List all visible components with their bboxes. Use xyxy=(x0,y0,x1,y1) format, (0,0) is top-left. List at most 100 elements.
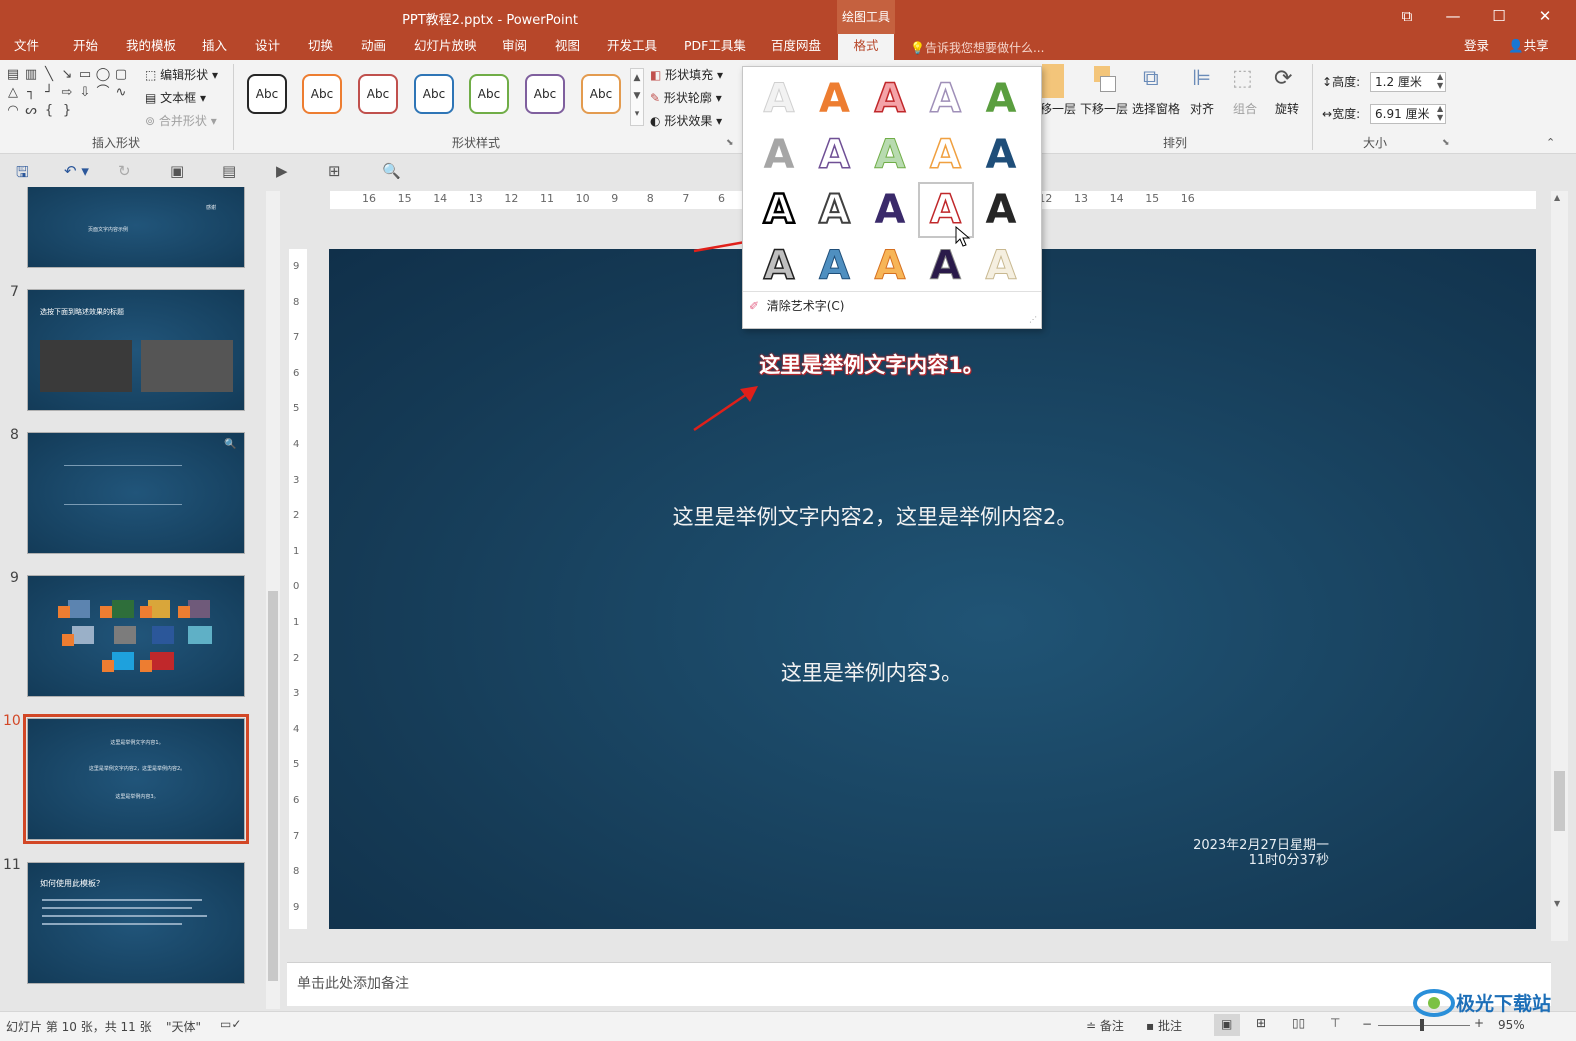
height-input[interactable]: 1.2 厘米 xyxy=(1370,72,1446,92)
oval-shape-icon[interactable]: ◯ xyxy=(94,66,112,84)
wordart-style-option[interactable]: A xyxy=(924,243,968,288)
wordart-style-option[interactable]: A xyxy=(868,132,912,177)
slide-text-3[interactable]: 这里是举例内容3。 xyxy=(329,657,1414,687)
tab-view[interactable]: 视图 xyxy=(551,34,584,60)
slide-canvas[interactable]: 这里是举例文字内容1。 这里是举例文字内容2，这里是举例内容2。 这里是举例内容… xyxy=(329,249,1536,929)
redo-icon[interactable]: ↻ xyxy=(118,162,131,180)
tab-transitions[interactable]: 切换 xyxy=(304,34,337,60)
tab-home[interactable]: 开始 xyxy=(69,34,102,60)
brace-left-shape-icon[interactable]: { xyxy=(40,102,58,120)
curve-shape-icon[interactable]: ⌒ xyxy=(94,84,112,102)
normal-view-button[interactable]: ▣ xyxy=(1214,1014,1240,1036)
scroll-up-icon[interactable]: ▲ xyxy=(1554,193,1560,202)
tab-animations[interactable]: 动画 xyxy=(357,34,390,60)
slide-text-2[interactable]: 这里是举例文字内容2，这里是举例内容2。 xyxy=(329,501,1421,531)
scrollbar-thumb[interactable] xyxy=(1554,771,1565,831)
size-dialog-launcher-icon[interactable]: ⬊ xyxy=(1442,138,1450,148)
clear-wordart-button[interactable]: ✐ 清除艺术字(C) xyxy=(749,297,844,314)
rectangle-shape-icon[interactable]: ▭ xyxy=(76,66,94,84)
tab-insert[interactable]: 插入 xyxy=(198,34,231,60)
tab-baidu-netdisk[interactable]: 百度网盘 xyxy=(767,34,825,60)
bring-forward-button[interactable]: 移一层 xyxy=(1040,100,1076,117)
dialog-launcher-icon[interactable]: ⬊ xyxy=(726,138,734,148)
wordart-style-option[interactable]: A xyxy=(979,188,1023,232)
shape-fill-button[interactable]: ◧ 形状填充 ▾ xyxy=(650,66,723,83)
wordart-style-option[interactable]: A xyxy=(868,243,912,288)
present-icon[interactable]: ⊞ xyxy=(328,162,341,180)
tab-developer[interactable]: 开发工具 xyxy=(603,34,661,60)
scribble-shape-icon[interactable]: ᔕ xyxy=(22,102,40,120)
height-spinner[interactable]: ▲ ▼ xyxy=(1437,72,1443,90)
new-slide-icon[interactable]: ▣ xyxy=(170,162,184,180)
wordart-style-option[interactable]: A xyxy=(757,187,801,234)
textbox-shape-icon[interactable]: ▤ xyxy=(4,66,22,84)
send-backward-button[interactable]: 下移一层 xyxy=(1080,100,1128,117)
elbow-shape-icon[interactable]: ┘ xyxy=(40,84,58,102)
layout-icon[interactable]: ▤ xyxy=(222,162,236,180)
scrollbar-thumb[interactable] xyxy=(268,591,278,981)
slide-thumbnail-8[interactable]: 🔍 xyxy=(27,432,245,554)
tab-review[interactable]: 审阅 xyxy=(498,34,531,60)
slideshow-icon[interactable]: ▶ xyxy=(276,162,288,180)
down-arrow-shape-icon[interactable]: ⇩ xyxy=(76,84,94,102)
preview-icon[interactable]: 🔍 xyxy=(382,162,401,180)
resize-grip-icon[interactable]: ⋰ xyxy=(1029,315,1037,324)
width-input[interactable]: 6.91 厘米 xyxy=(1370,104,1446,124)
slide-thumbnail-6[interactable]: 感谢 页面文字内容示例 xyxy=(27,187,245,268)
vertical-textbox-shape-icon[interactable]: ▥ xyxy=(22,66,40,84)
textbox-button[interactable]: ▤ 文本框 ▾ xyxy=(145,89,206,106)
freeform-shape-icon[interactable]: ∿ xyxy=(112,84,130,102)
rounded-rect-shape-icon[interactable]: ▢ xyxy=(112,66,130,84)
wordart-style-option[interactable]: A xyxy=(757,133,801,177)
brace-right-shape-icon[interactable]: } xyxy=(58,102,76,120)
shape-style-swatch[interactable]: Abc xyxy=(525,74,565,114)
line-shape-icon[interactable]: ╲ xyxy=(40,66,58,84)
merge-shapes-button[interactable]: ⊚ 合并形状 ▾ xyxy=(145,112,217,129)
shape-style-swatch[interactable]: Abc xyxy=(469,74,509,114)
notes-pane[interactable]: 单击此处添加备注 xyxy=(287,962,1551,1006)
slide-thumbnail-9[interactable] xyxy=(27,575,245,697)
zoom-out-icon[interactable]: − xyxy=(1362,1017,1372,1031)
connector-shape-icon[interactable]: ┐ xyxy=(22,84,40,102)
tab-design[interactable]: 设计 xyxy=(251,34,284,60)
wordart-style-option[interactable]: A xyxy=(813,77,857,121)
slide-scrollbar[interactable]: ▲ ▼ xyxy=(1551,191,1568,941)
shape-style-swatch[interactable]: Abc xyxy=(302,74,342,114)
spellcheck-icon[interactable]: ▭✓ xyxy=(220,1017,241,1031)
rotate-button[interactable]: 旋转 xyxy=(1275,100,1299,117)
save-icon[interactable]: 🖫 xyxy=(16,162,29,187)
selection-pane-button[interactable]: 选择窗格 xyxy=(1132,100,1180,117)
tell-me-search[interactable]: 💡告诉我您想要做什么... xyxy=(910,39,1044,56)
bring-forward-icon[interactable] xyxy=(1042,64,1064,98)
arrow-line-shape-icon[interactable]: ↘ xyxy=(58,66,76,84)
shape-effects-button[interactable]: ◐ 形状效果 ▾ xyxy=(650,112,722,129)
minimize-icon[interactable]: — xyxy=(1430,0,1476,34)
shape-style-swatch[interactable]: Abc xyxy=(414,74,454,114)
undo-icon[interactable]: ↶ ▾ xyxy=(64,162,89,180)
comments-button[interactable]: ▪ 批注 xyxy=(1146,1017,1182,1034)
ribbon-display-icon[interactable]: ⧉ xyxy=(1384,0,1430,34)
shape-style-swatch[interactable]: Abc xyxy=(247,74,287,114)
gallery-scroll[interactable]: ▲ ▼ ▾ xyxy=(630,68,644,126)
close-icon[interactable]: ✕ xyxy=(1522,0,1568,34)
tab-slideshow[interactable]: 幻灯片放映 xyxy=(410,34,481,60)
slide-thumbnail-11[interactable]: 如何使用此模板？ xyxy=(27,862,245,984)
tab-pdf-tools[interactable]: PDF工具集 xyxy=(680,34,750,60)
wordart-style-option[interactable]: A xyxy=(757,77,801,122)
reading-view-icon[interactable]: ▯▯ xyxy=(1292,1016,1305,1030)
slide-thumbnail-10[interactable]: 这里是举例文字内容1。 这里是举例文字内容2，这里是举例内容2。 这里是举例内容… xyxy=(23,714,249,844)
scroll-down-icon[interactable]: ▼ xyxy=(1554,899,1560,908)
right-arrow-shape-icon[interactable]: ⇨ xyxy=(58,84,76,102)
wordart-style-option[interactable]: A xyxy=(868,188,912,232)
tab-format[interactable]: 格式 xyxy=(838,34,894,60)
wordart-style-option[interactable]: A xyxy=(979,243,1023,288)
wordart-style-option[interactable]: A xyxy=(868,76,912,122)
align-button[interactable]: 对齐 xyxy=(1190,100,1214,117)
shape-style-swatch[interactable]: Abc xyxy=(358,74,398,114)
shapes-gallery[interactable]: ▤ ▥ ╲ ↘ ▭ ◯ ▢ △ ┐ ┘ ⇨ ⇩ ⌒ ∿ ◠ ᔕ { } xyxy=(4,66,138,120)
triangle-shape-icon[interactable]: △ xyxy=(4,84,22,102)
wordart-style-option[interactable]: A xyxy=(979,77,1023,121)
login-link[interactable]: 登录 xyxy=(1460,34,1493,60)
slide-thumbnail-7[interactable]: 选按下面到略述效果的标题 xyxy=(27,289,245,411)
shape-style-swatch[interactable]: Abc xyxy=(581,74,621,114)
